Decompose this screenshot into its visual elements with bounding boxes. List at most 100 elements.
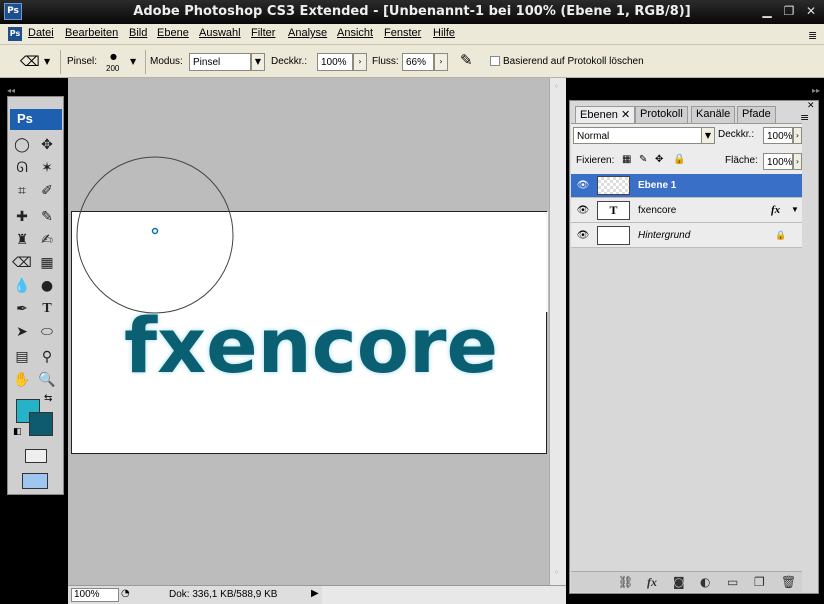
menu-filter[interactable]: Filter xyxy=(251,27,275,39)
menu-bearbeiten[interactable]: Bearbeiten xyxy=(65,27,118,39)
document-icon[interactable]: Ps xyxy=(8,27,22,41)
history-brush-icon[interactable]: ✍ xyxy=(36,229,58,251)
menu-bar: Ps Datei Bearbeiten Bild Ebene Auswahl F… xyxy=(0,24,824,45)
scroll-up-icon[interactable]: ◦ xyxy=(554,82,559,91)
layer-effects-badge[interactable]: fx xyxy=(771,204,780,216)
tab-kanaele[interactable]: Kanäle xyxy=(691,106,736,123)
close-icon[interactable]: ✕ xyxy=(800,4,822,19)
opacity-slider-icon[interactable]: › xyxy=(353,53,367,71)
notes-tool-icon[interactable]: ▤ xyxy=(11,346,33,368)
tab-ebenen[interactable]: Ebenen ✕ xyxy=(575,106,636,123)
crop-tool-icon[interactable]: ⌗ xyxy=(11,180,33,202)
new-group-icon[interactable]: ▭ xyxy=(727,575,738,589)
layer-row[interactable]: 👁 T fxencore fx ▼ xyxy=(571,199,802,223)
visibility-eye-icon[interactable]: 👁 xyxy=(575,205,591,216)
layer-opacity-slider-icon[interactable]: › xyxy=(793,127,802,144)
adjustment-layer-icon[interactable]: ◐ xyxy=(700,575,710,589)
separator xyxy=(60,50,61,74)
airbrush-icon[interactable]: ✎ xyxy=(460,51,473,69)
lock-all-icon[interactable]: 🔒 xyxy=(673,154,685,165)
horizontal-scrollbar[interactable] xyxy=(322,585,566,604)
menu-fenster[interactable]: Fenster xyxy=(384,27,421,39)
quick-mask-icon[interactable] xyxy=(25,449,47,463)
menu-bild[interactable]: Bild xyxy=(129,27,147,39)
brush-dropdown-icon[interactable]: ▼ xyxy=(130,57,136,66)
opacity-input[interactable]: 100% xyxy=(317,53,353,71)
erase-history-checkbox[interactable] xyxy=(490,56,500,66)
mode-select[interactable]: Pinsel xyxy=(189,53,251,71)
eraser-tool-preset-icon[interactable]: ⌫ xyxy=(20,54,40,70)
hand-tool-icon[interactable]: ✋ xyxy=(11,369,33,391)
brush-tip-icon[interactable]: ● xyxy=(110,52,117,61)
screen-mode-icon[interactable] xyxy=(22,473,48,489)
lock-position-icon[interactable]: ✥ xyxy=(655,154,663,165)
eraser-tool-icon[interactable]: ⌫ xyxy=(11,252,33,274)
clone-stamp-icon[interactable]: ♜ xyxy=(11,229,33,251)
restore-icon[interactable]: ❐ xyxy=(778,4,800,19)
status-preview-icon[interactable]: ◔ xyxy=(121,588,130,599)
visibility-eye-icon[interactable]: 👁 xyxy=(575,180,591,191)
panel-close-icon[interactable]: ✕ xyxy=(807,101,815,111)
blend-mode-select[interactable]: Normal xyxy=(573,127,702,144)
effects-expand-icon[interactable]: ▼ xyxy=(791,205,799,214)
flow-input[interactable]: 66% xyxy=(402,53,434,71)
layer-row[interactable]: 👁 Ebene 1 xyxy=(571,174,802,198)
layer-name[interactable]: fxencore xyxy=(638,205,676,216)
gradient-tool-icon[interactable]: ▦ xyxy=(36,252,58,274)
menu-datei[interactable]: Datei xyxy=(28,27,54,39)
status-menu-icon[interactable]: ▶ xyxy=(311,588,319,599)
new-layer-icon[interactable]: ❐ xyxy=(754,575,765,589)
mode-dropdown-icon[interactable]: ▼ xyxy=(251,53,265,71)
lasso-tool-icon[interactable]: ᘏ xyxy=(11,157,33,179)
layer-name[interactable]: Hintergrund xyxy=(638,230,690,241)
shape-tool-icon[interactable]: ⬭ xyxy=(36,321,58,343)
layer-row[interactable]: 👁 Hintergrund 🔒 xyxy=(571,224,802,248)
eyedropper-icon[interactable]: ⚲ xyxy=(36,346,58,368)
dodge-tool-icon[interactable]: ● xyxy=(36,275,58,297)
dock-expand-icon[interactable]: ▸▸ xyxy=(812,86,820,95)
delete-layer-icon[interactable]: 🗑 xyxy=(781,575,796,589)
workspace-menu-icon[interactable]: ≣ xyxy=(808,29,817,42)
collapse-icon[interactable]: ◂◂ xyxy=(7,86,15,95)
brush-tool-icon[interactable]: ✎ xyxy=(36,206,58,228)
preset-dropdown-icon[interactable]: ▼ xyxy=(44,57,50,66)
pen-tool-icon[interactable]: ✒ xyxy=(11,298,33,320)
tab-pfade[interactable]: Pfade xyxy=(737,106,776,123)
zoom-field[interactable]: 100% xyxy=(71,588,119,602)
slice-tool-icon[interactable]: ✐ xyxy=(36,180,58,202)
lock-transparent-icon[interactable]: ▦ xyxy=(622,154,631,165)
flow-label: Fluss: xyxy=(372,56,399,67)
layer-name[interactable]: Ebene 1 xyxy=(638,180,676,191)
type-tool-icon[interactable]: T xyxy=(36,298,58,320)
fill-input[interactable]: 100% xyxy=(763,153,793,170)
menu-ansicht[interactable]: Ansicht xyxy=(337,27,373,39)
marquee-tool-icon[interactable]: ◯ xyxy=(11,134,33,156)
scroll-down-icon[interactable]: ◦ xyxy=(554,568,559,577)
healing-brush-icon[interactable]: ✚ xyxy=(11,206,33,228)
layer-opacity-input[interactable]: 100% xyxy=(763,127,793,144)
move-tool-icon[interactable]: ✥ xyxy=(36,134,58,156)
fill-slider-icon[interactable]: › xyxy=(793,153,802,170)
add-style-icon[interactable]: fx xyxy=(647,575,657,590)
tab-close-icon[interactable]: ✕ xyxy=(621,109,630,121)
add-mask-icon[interactable]: ◙ xyxy=(673,575,685,589)
menu-hilfe[interactable]: Hilfe xyxy=(433,27,455,39)
blur-tool-icon[interactable]: 💧 xyxy=(11,275,33,297)
menu-auswahl[interactable]: Auswahl xyxy=(199,27,241,39)
background-color-swatch[interactable] xyxy=(29,412,53,436)
swap-colors-icon[interactable]: ⇆ xyxy=(44,393,52,404)
default-colors-icon[interactable]: ◧ xyxy=(13,427,22,437)
menu-ebene[interactable]: Ebene xyxy=(157,27,189,39)
tab-protokoll[interactable]: Protokoll xyxy=(635,106,688,123)
minimize-icon[interactable]: ▁ xyxy=(756,4,778,19)
link-layers-icon[interactable]: ⛓ xyxy=(618,575,633,589)
flow-slider-icon[interactable]: › xyxy=(434,53,448,71)
magic-wand-icon[interactable]: ✶ xyxy=(36,157,58,179)
zoom-tool-icon[interactable]: 🔍 xyxy=(36,369,58,391)
vertical-scrollbar[interactable]: ◦ ◦ xyxy=(549,78,566,585)
blend-mode-dropdown-icon[interactable]: ▼ xyxy=(701,127,715,144)
lock-image-icon[interactable]: ✎ xyxy=(639,154,647,165)
visibility-eye-icon[interactable]: 👁 xyxy=(575,230,591,241)
menu-analyse[interactable]: Analyse xyxy=(288,27,327,39)
path-selection-icon[interactable]: ➤ xyxy=(11,321,33,343)
